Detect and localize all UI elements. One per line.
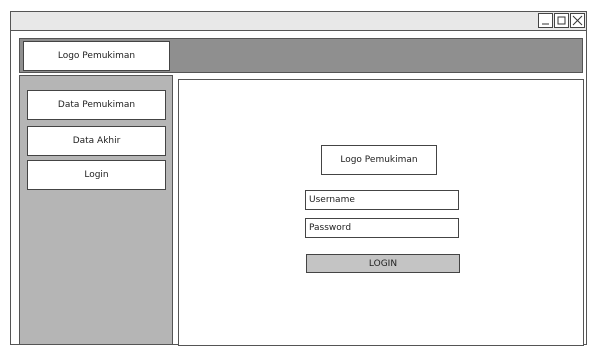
username-field[interactable]: Username [305,190,459,210]
main-content: Logo Pemukiman Username Password LOGIN [178,79,584,346]
sidebar-item-data-pemukiman[interactable]: Data Pemukiman [27,90,166,120]
app-window: Logo Pemukiman Data Pemukiman Data Akhir… [10,11,587,346]
sidebar: Data Pemukiman Data Akhir Login [19,75,173,345]
sidebar-item-login[interactable]: Login [27,160,166,190]
maximize-icon[interactable] [554,13,569,28]
close-icon[interactable] [570,13,585,28]
password-field[interactable]: Password [305,218,459,238]
title-bar [11,12,586,31]
login-logo: Logo Pemukiman [321,145,437,175]
minimize-icon[interactable] [538,13,553,28]
header-bar: Logo Pemukiman [19,38,583,73]
sidebar-item-data-akhir[interactable]: Data Akhir [27,126,166,156]
login-button[interactable]: LOGIN [306,254,460,273]
header-logo: Logo Pemukiman [23,41,170,71]
